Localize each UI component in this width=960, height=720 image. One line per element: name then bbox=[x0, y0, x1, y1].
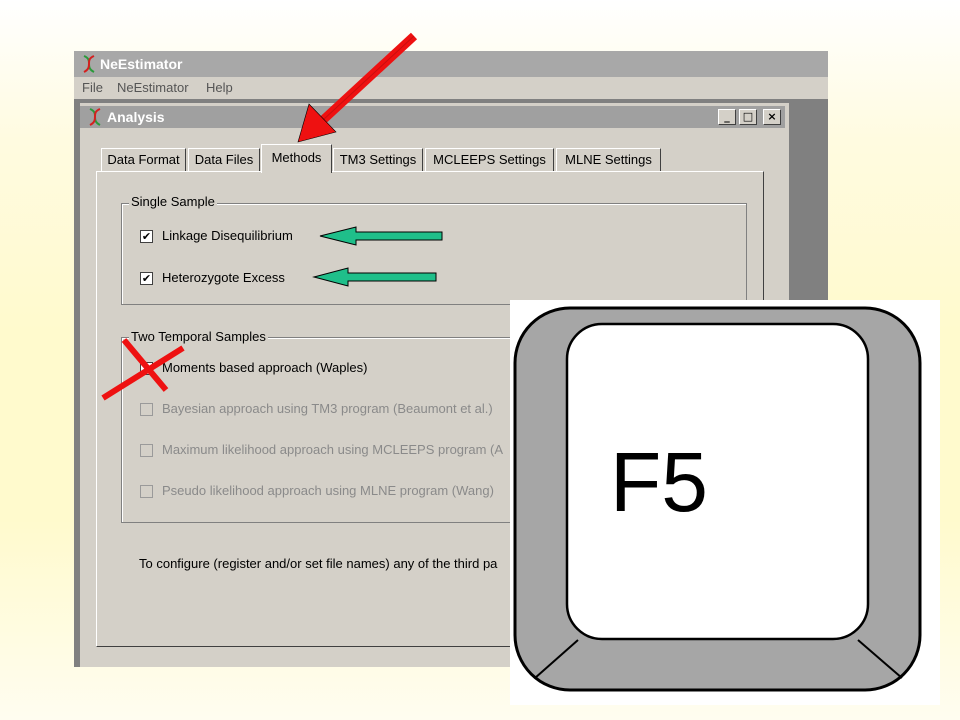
red-cross-icon bbox=[101, 338, 185, 401]
green-arrow-heterozygote-icon bbox=[312, 267, 437, 287]
green-arrow-linkage-icon bbox=[319, 226, 443, 246]
f5-key-label: F5 bbox=[610, 435, 709, 529]
red-arrow-icon bbox=[297, 32, 418, 143]
tab-methods[interactable]: Methods bbox=[261, 144, 332, 173]
f5-key-icon bbox=[513, 306, 922, 692]
